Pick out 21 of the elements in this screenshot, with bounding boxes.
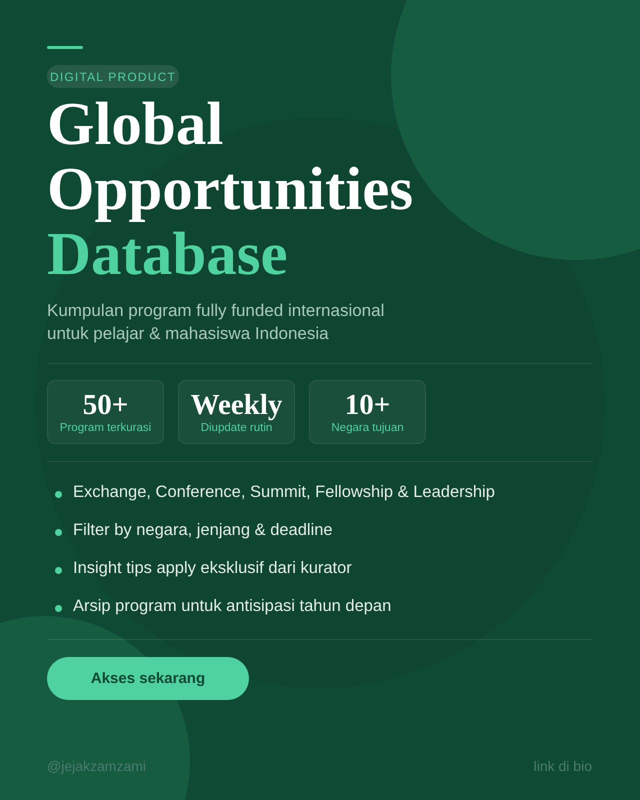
title-line: Opportunities xyxy=(47,157,414,222)
stat-label: Negara tujuan xyxy=(331,422,404,434)
stat-value: 50+ xyxy=(82,389,128,421)
bullet-icon xyxy=(55,529,62,536)
subtitle: Kumpulan program fully funded internasional untuk pelajar & mahasiswa Indonesia xyxy=(47,300,386,345)
stat-label: Diupdate rutin xyxy=(200,422,272,434)
category-tag: DIGITAL PRODUCT xyxy=(47,65,180,88)
access-button[interactable]: Akses sekarang xyxy=(47,657,249,700)
stat-value: Weekly xyxy=(190,389,282,421)
feature-text: Filter by negara, jenjang & deadline xyxy=(73,521,333,540)
bullet-icon xyxy=(55,567,62,574)
feature-text: Exchange, Conference, Summit, Fellowship & Leadership xyxy=(73,483,495,502)
stat-value: 10+ xyxy=(344,389,390,421)
accent-line xyxy=(47,46,83,49)
title-line: Database xyxy=(47,222,288,287)
title-line: Global xyxy=(47,92,224,157)
stat-label: Program terkurasi xyxy=(60,422,152,434)
feature-text: Arsip program untuk antisipasi tahun depan xyxy=(73,597,392,616)
link-text: link di bio xyxy=(534,758,592,774)
bullet-icon xyxy=(55,605,62,612)
feature-text: Insight tips apply eksklusif dari kurator xyxy=(73,559,352,578)
